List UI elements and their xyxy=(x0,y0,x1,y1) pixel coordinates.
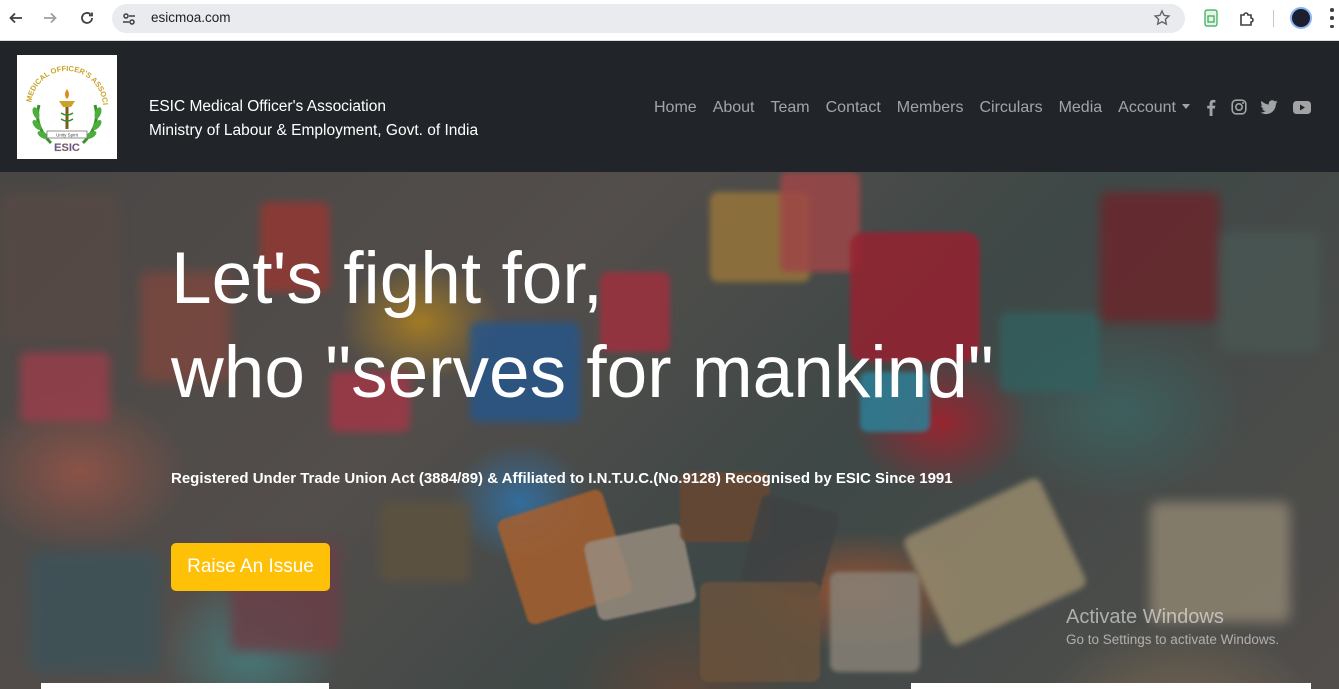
brand-subtitle: Ministry of Labour & Employment, Govt. o… xyxy=(149,122,479,139)
svg-text:ESIC: ESIC xyxy=(54,142,80,154)
forward-icon[interactable] xyxy=(38,6,62,30)
raise-issue-button[interactable]: Raise An Issue xyxy=(171,543,330,591)
nav-home[interactable]: Home xyxy=(654,99,697,117)
activate-windows-title: Activate Windows xyxy=(1066,606,1224,628)
site-header: MEDICAL OFFICER'S ASSOCIATION Unity Spir… xyxy=(0,42,1339,172)
hero-banner: Let's fight for, who "serves for mankind… xyxy=(0,172,1339,689)
nav-account-label: Account xyxy=(1118,99,1176,116)
facebook-icon[interactable] xyxy=(1202,98,1220,116)
registration-text: Registered Under Trade Union Act (3884/8… xyxy=(171,470,953,487)
site-info-icon[interactable] xyxy=(120,10,138,28)
nav-contact[interactable]: Contact xyxy=(826,99,881,117)
url-text[interactable]: esicmoa.com xyxy=(151,10,231,25)
reload-icon[interactable] xyxy=(75,6,99,30)
main-nav: Home About Team Contact Members Circular… xyxy=(646,98,1198,118)
address-bar[interactable]: esicmoa.com xyxy=(112,4,1185,33)
nav-members[interactable]: Members xyxy=(897,99,964,117)
headline-line-1: Let's fight for, xyxy=(171,238,603,319)
instagram-icon[interactable] xyxy=(1230,98,1248,116)
extension-sheets-icon[interactable] xyxy=(1201,8,1221,28)
toolbar-divider xyxy=(1273,10,1274,27)
bookmark-star-icon[interactable] xyxy=(1153,9,1171,27)
hero-headline: Let's fight for, who "serves for mankind… xyxy=(171,232,994,420)
brand-name[interactable]: ESIC Medical Officer's Association xyxy=(149,98,386,116)
youtube-icon[interactable] xyxy=(1293,98,1311,116)
association-logo[interactable]: MEDICAL OFFICER'S ASSOCIATION Unity Spir… xyxy=(14,48,117,159)
nav-about[interactable]: About xyxy=(713,99,755,117)
browser-toolbar: esicmoa.com xyxy=(0,0,1339,41)
extensions-puzzle-icon[interactable] xyxy=(1237,8,1257,28)
nav-account-dropdown[interactable]: Account xyxy=(1118,99,1190,117)
back-icon[interactable] xyxy=(4,6,28,30)
nav-circulars[interactable]: Circulars xyxy=(979,99,1042,117)
profile-avatar[interactable] xyxy=(1290,7,1312,29)
browser-menu-icon[interactable] xyxy=(1328,8,1336,28)
headline-line-2: who "serves for mankind" xyxy=(171,332,994,413)
nav-team[interactable]: Team xyxy=(771,99,810,117)
caret-down-icon xyxy=(1181,104,1190,109)
content-card-edge xyxy=(911,683,1311,689)
activate-windows-subtitle: Go to Settings to activate Windows. xyxy=(1066,632,1280,647)
svg-text:Unity Spirit: Unity Spirit xyxy=(56,133,79,138)
svg-text:MEDICAL OFFICER'S ASSOCIATION: MEDICAL OFFICER'S ASSOCIATION xyxy=(17,55,110,105)
nav-media[interactable]: Media xyxy=(1059,99,1103,117)
content-card-edge xyxy=(41,683,329,689)
twitter-icon[interactable] xyxy=(1260,98,1278,116)
